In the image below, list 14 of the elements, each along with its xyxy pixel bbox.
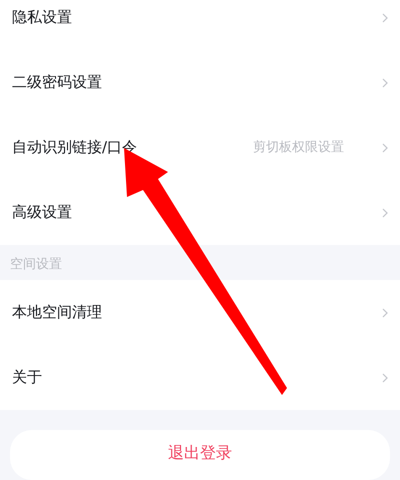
row-label: 隐私设置 <box>12 7 73 28</box>
chevron-right-icon <box>382 142 388 152</box>
row-label: 二级密码设置 <box>12 72 103 94</box>
logout-button[interactable]: 退出登录 <box>10 430 390 480</box>
row-label: 高级设置 <box>12 202 73 224</box>
chevron-right-icon <box>382 12 388 22</box>
section-header: 空间设置 <box>10 256 62 274</box>
chevron-right-icon <box>382 372 388 382</box>
chevron-right-icon <box>382 78 388 88</box>
chevron-right-icon <box>382 308 388 318</box>
chevron-right-icon <box>382 208 388 218</box>
row-label: 本地空间清理 <box>12 302 103 324</box>
row-label: 关于 <box>12 367 43 388</box>
row-value: 剪切板权限设置 <box>253 138 344 157</box>
